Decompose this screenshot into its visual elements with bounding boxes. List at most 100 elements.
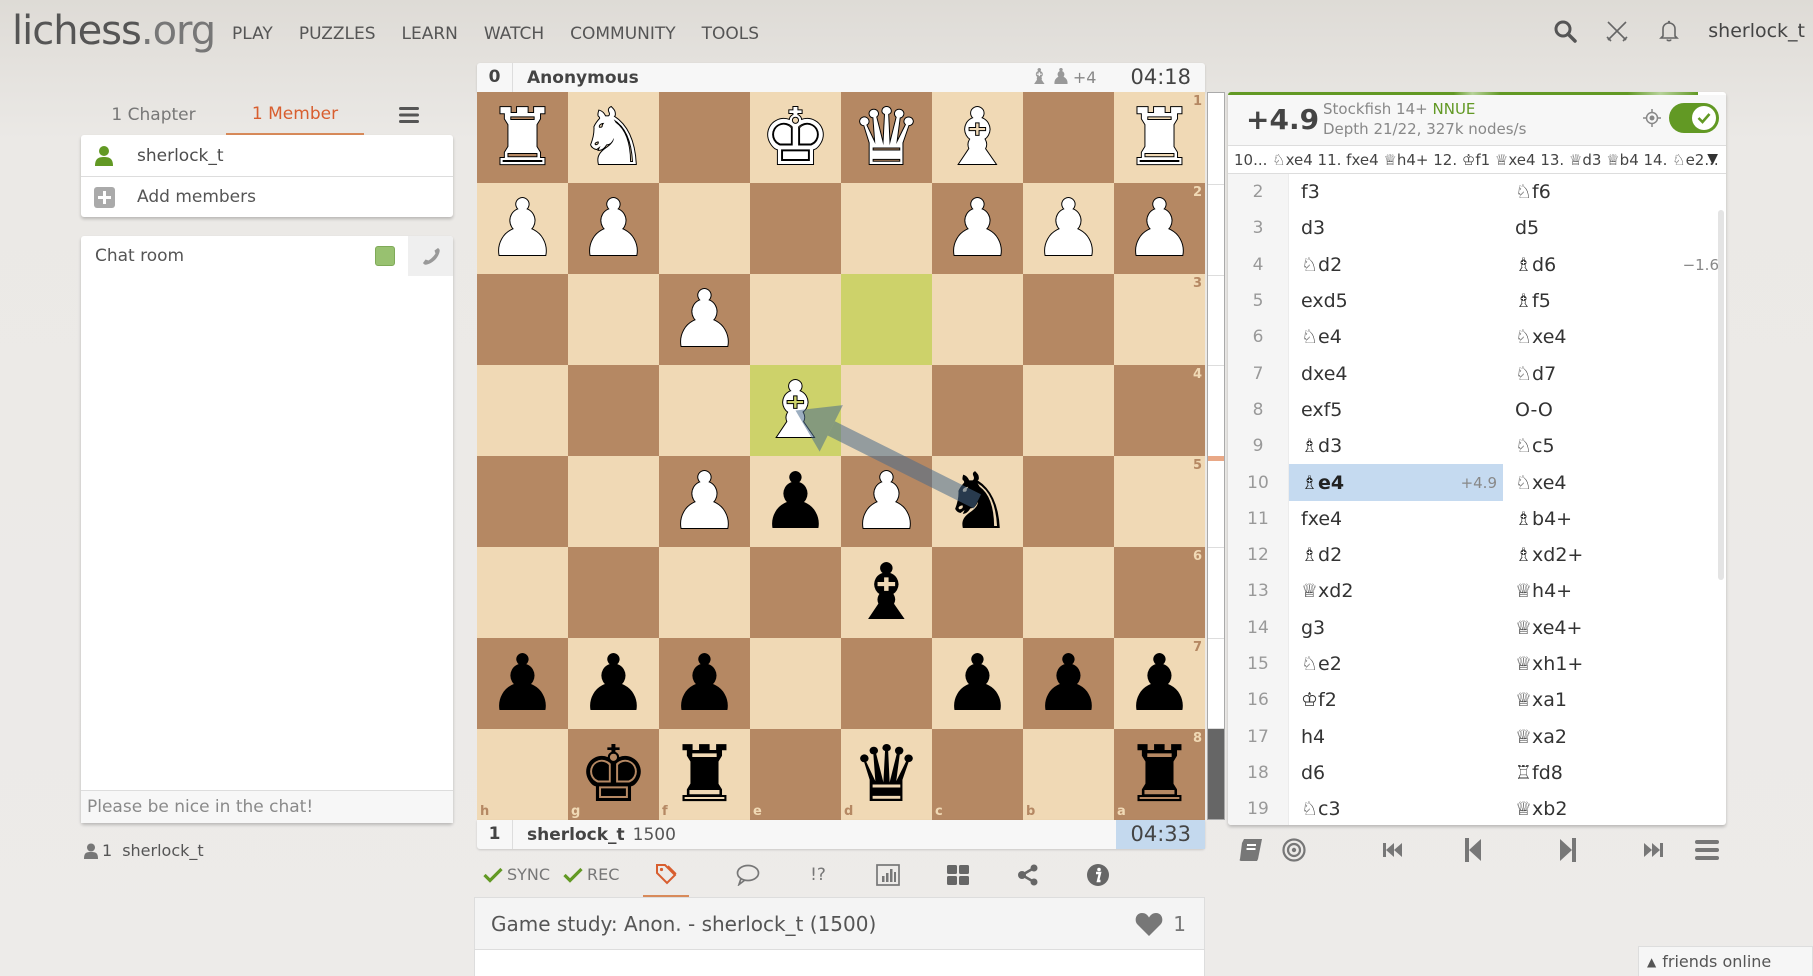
square-g6[interactable] xyxy=(568,547,659,638)
player-name[interactable]: Anonymous xyxy=(527,68,639,88)
black-pawn-icon[interactable]: ♟ xyxy=(943,645,1013,723)
square-g3[interactable] xyxy=(568,274,659,365)
white-pawn-icon[interactable]: ♟ xyxy=(1033,189,1105,269)
square-e1[interactable]: ♚ xyxy=(750,92,841,183)
square-a2[interactable]: ♟ 2 xyxy=(1114,183,1205,274)
square-f2[interactable] xyxy=(659,183,750,274)
square-f8[interactable]: ♜ f xyxy=(659,729,750,820)
nav-tools[interactable]: TOOLS xyxy=(702,24,759,44)
prev-move-button[interactable] xyxy=(1458,836,1488,864)
black-move[interactable]: ♕xb2 xyxy=(1503,791,1725,825)
white-move[interactable]: ♗d2 xyxy=(1289,537,1503,573)
black-move[interactable]: ♕xa2 xyxy=(1503,718,1725,754)
white-move[interactable]: ♘e4 xyxy=(1289,319,1503,355)
square-f4[interactable] xyxy=(659,365,750,456)
square-c5[interactable]: ♞ xyxy=(932,456,1023,547)
black-move[interactable]: ♘xe4 xyxy=(1503,464,1725,500)
square-b2[interactable]: ♟ xyxy=(1023,183,1114,274)
black-move[interactable]: ♗f5 xyxy=(1503,283,1725,319)
white-pawn-icon[interactable]: ♟ xyxy=(669,280,741,360)
black-move[interactable]: ♖fd8 xyxy=(1503,755,1725,791)
white-pawn-icon[interactable]: ♟ xyxy=(942,189,1014,269)
square-h7[interactable]: ♟ xyxy=(477,638,568,729)
white-rook-icon[interactable]: ♜ xyxy=(1124,98,1196,178)
square-d7[interactable] xyxy=(841,638,932,729)
square-d4[interactable] xyxy=(841,365,932,456)
square-g4[interactable] xyxy=(568,365,659,456)
white-move[interactable]: ♗e4 +4.9 xyxy=(1289,464,1503,501)
white-move[interactable]: ♗d3 xyxy=(1289,428,1503,464)
white-move[interactable]: g3 xyxy=(1289,610,1503,646)
black-move[interactable]: ♗xd2+ xyxy=(1503,537,1725,573)
square-f3[interactable]: ♟ xyxy=(659,274,750,365)
black-move[interactable]: ♘xe4 xyxy=(1503,319,1725,355)
black-queen-icon[interactable]: ♛ xyxy=(852,736,922,814)
info-tab[interactable] xyxy=(1063,852,1133,897)
white-knight-icon[interactable]: ♞ xyxy=(578,98,650,178)
square-g8[interactable]: ♚ g xyxy=(568,729,659,820)
nav-play[interactable]: PLAY xyxy=(232,24,273,44)
voice-chat-button[interactable] xyxy=(408,236,453,276)
white-pawn-icon[interactable]: ♟ xyxy=(1124,189,1196,269)
nav-community[interactable]: COMMUNITY xyxy=(570,24,676,44)
black-pawn-icon[interactable]: ♟ xyxy=(761,463,831,541)
square-c8[interactable]: c xyxy=(932,729,1023,820)
white-move[interactable]: exd5 xyxy=(1289,283,1503,319)
square-e7[interactable] xyxy=(750,638,841,729)
square-a5[interactable]: 5 xyxy=(1114,456,1205,547)
square-d3[interactable] xyxy=(841,274,932,365)
square-e5[interactable]: ♟ xyxy=(750,456,841,547)
rec-toggle[interactable]: REC xyxy=(563,852,643,897)
square-h6[interactable] xyxy=(477,547,568,638)
square-b7[interactable]: ♟ xyxy=(1023,638,1114,729)
next-move-button[interactable] xyxy=(1553,836,1583,864)
analysis-menu-button[interactable] xyxy=(1694,836,1720,864)
square-g2[interactable]: ♟ xyxy=(568,183,659,274)
square-a1[interactable]: ♜ 1 xyxy=(1114,92,1205,183)
black-bishop-icon[interactable]: ♝ xyxy=(852,554,922,632)
square-b6[interactable] xyxy=(1023,547,1114,638)
square-h1[interactable]: ♜ xyxy=(477,92,568,183)
like-button[interactable]: 1 xyxy=(1135,911,1186,937)
crossed-swords-icon[interactable] xyxy=(1604,18,1630,44)
server-eval-tab[interactable] xyxy=(853,852,923,897)
white-move[interactable]: d6 xyxy=(1289,755,1503,791)
square-a8[interactable]: ♜ 8 a xyxy=(1114,729,1205,820)
search-icon[interactable] xyxy=(1552,18,1578,44)
square-c6[interactable] xyxy=(932,547,1023,638)
pv-text[interactable]: 10... ♘xe4 11. fxe4 ♕h4+ 12. ♔f1 ♕xe4 13… xyxy=(1234,151,1719,169)
white-pawn-icon[interactable]: ♟ xyxy=(669,462,741,542)
white-move[interactable]: dxe4 xyxy=(1289,355,1503,391)
black-move[interactable]: ♕xe4+ xyxy=(1503,610,1725,646)
square-f1[interactable] xyxy=(659,92,750,183)
black-move[interactable]: d5 xyxy=(1503,210,1725,246)
white-move[interactable]: fxe4 xyxy=(1289,501,1503,537)
black-move[interactable]: ♘c5 xyxy=(1503,428,1725,464)
crosshair-icon[interactable] xyxy=(1643,109,1661,131)
black-rook-icon[interactable]: ♜ xyxy=(1125,736,1195,814)
black-move[interactable]: ♕xa1 xyxy=(1503,682,1725,718)
player-name[interactable]: sherlock_t xyxy=(527,825,625,845)
black-move[interactable]: O-O xyxy=(1503,392,1725,428)
white-bishop-icon[interactable]: ♝ xyxy=(760,371,832,451)
black-pawn-icon[interactable]: ♟ xyxy=(1125,645,1195,723)
chat-input[interactable] xyxy=(81,790,453,823)
square-b8[interactable]: b xyxy=(1023,729,1114,820)
black-pawn-icon[interactable]: ♟ xyxy=(1034,645,1104,723)
engine-pv-line[interactable]: 10... ♘xe4 11. fxe4 ♕h4+ 12. ♔f1 ♕xe4 13… xyxy=(1228,146,1726,174)
white-pawn-icon[interactable]: ♟ xyxy=(578,189,650,269)
white-bishop-icon[interactable]: ♝ xyxy=(942,98,1014,178)
square-h2[interactable]: ♟ xyxy=(477,183,568,274)
square-b3[interactable] xyxy=(1023,274,1114,365)
square-d6[interactable]: ♝ xyxy=(841,547,932,638)
black-move[interactable]: ♗d6 −1.6 xyxy=(1503,247,1725,283)
square-h4[interactable] xyxy=(477,365,568,456)
square-d8[interactable]: ♛ d xyxy=(841,729,932,820)
square-f6[interactable] xyxy=(659,547,750,638)
white-king-icon[interactable]: ♚ xyxy=(760,98,832,178)
share-tab[interactable] xyxy=(993,852,1063,897)
user-menu[interactable]: sherlock_t xyxy=(1708,20,1805,42)
black-pawn-icon[interactable]: ♟ xyxy=(488,645,558,723)
nav-puzzles[interactable]: PUZZLES xyxy=(299,24,376,44)
square-c4[interactable] xyxy=(932,365,1023,456)
